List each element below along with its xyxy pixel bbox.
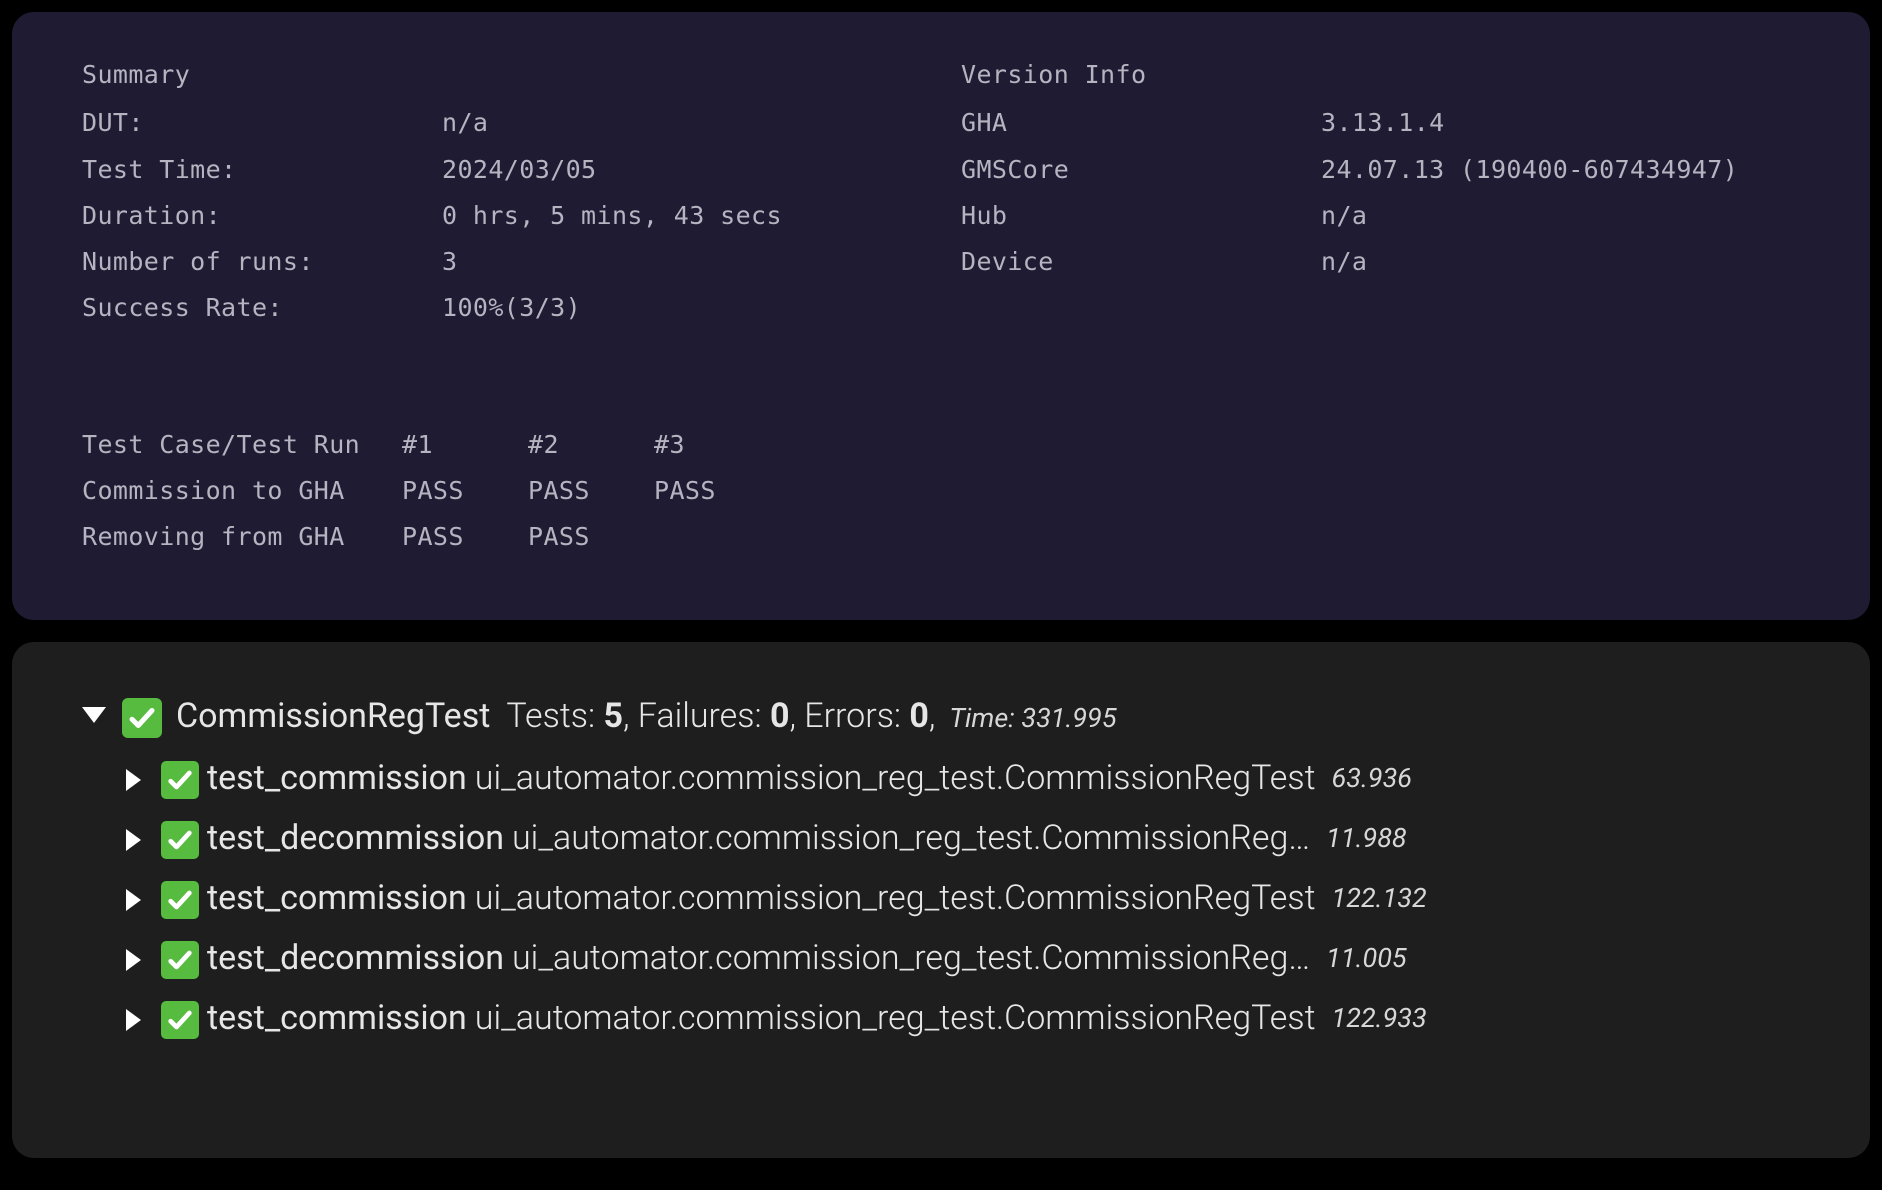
test-path: ui_automator.commission_reg_test.Commiss…: [475, 878, 1316, 918]
row1-c2: PASS: [528, 468, 654, 514]
row2-label: Removing from GHA: [82, 514, 402, 560]
chevron-right-icon[interactable]: [126, 769, 141, 791]
check-icon: [161, 761, 199, 799]
test-row[interactable]: test_decommission ui_automator.commissio…: [126, 938, 1800, 978]
table-row: Removing from GHA PASS PASS: [82, 514, 1800, 560]
chevron-right-icon[interactable]: [126, 1009, 141, 1031]
check-icon: [161, 1001, 199, 1039]
success-label: Success Rate:: [82, 285, 442, 331]
chevron-right-icon[interactable]: [126, 889, 141, 911]
test-tree-panel: CommissionRegTest Tests: 5, Failures: 0,…: [12, 642, 1870, 1158]
check-icon: [161, 821, 199, 859]
duration-label: Duration:: [82, 193, 442, 239]
row2-c3: [654, 514, 780, 560]
gha-label: GHA: [961, 100, 1321, 146]
gha-value: 3.13.1.4: [1321, 100, 1445, 146]
summary-heading: Summary: [82, 52, 921, 98]
test-row[interactable]: test_commission ui_automator.commission_…: [126, 758, 1800, 798]
test-time: 122.933: [1332, 1002, 1427, 1034]
device-value: n/a: [1321, 239, 1367, 285]
version-column: Version Info GHA 3.13.1.4 GMSCore 24.07.…: [961, 52, 1800, 332]
dut-value: n/a: [442, 100, 488, 146]
test-row[interactable]: test_commission ui_automator.commission_…: [126, 998, 1800, 1038]
row2-c2: PASS: [528, 514, 654, 560]
runs-table-header-2: #2: [528, 422, 654, 468]
test-time: 63.936: [1332, 762, 1412, 794]
chevron-down-icon[interactable]: [82, 707, 106, 723]
hub-label: Hub: [961, 193, 1321, 239]
test-path: ui_automator.commission_reg_test.Commiss…: [512, 818, 1310, 858]
chevron-right-icon[interactable]: [126, 829, 141, 851]
test-path: ui_automator.commission_reg_test.Commiss…: [475, 758, 1316, 798]
device-label: Device: [961, 239, 1321, 285]
hub-value: n/a: [1321, 193, 1367, 239]
gmscore-label: GMSCore: [961, 147, 1321, 193]
test-time: 122.132: [1332, 882, 1427, 914]
runs-table-header-case: Test Case/Test Run: [82, 422, 402, 468]
row1-c3: PASS: [654, 468, 780, 514]
runs-table: Test Case/Test Run #1 #2 #3 Commission t…: [82, 422, 1800, 561]
row2-c1: PASS: [402, 514, 528, 560]
runs-value: 3: [442, 239, 457, 285]
summary-column: Summary DUT: n/a Test Time: 2024/03/05 D…: [82, 52, 921, 332]
test-time: 11.988: [1326, 822, 1406, 854]
suite-name: CommissionRegTest: [176, 696, 490, 736]
runs-label: Number of runs:: [82, 239, 442, 285]
success-value: 100%(3/3): [442, 285, 581, 331]
test-name: test_decommission: [207, 818, 504, 858]
summary-panel: Summary DUT: n/a Test Time: 2024/03/05 D…: [12, 12, 1870, 620]
suite-children: test_commission ui_automator.commission_…: [126, 758, 1800, 1038]
test-name: test_commission: [207, 758, 467, 798]
test-time: 11.005: [1326, 942, 1406, 974]
test-name: test_commission: [207, 998, 467, 1038]
test-name: test_commission: [207, 878, 467, 918]
runs-table-header-3: #3: [654, 422, 780, 468]
test-name: test_decommission: [207, 938, 504, 978]
suite-row[interactable]: CommissionRegTest Tests: 5, Failures: 0,…: [82, 692, 1800, 736]
test-time-label: Test Time:: [82, 147, 442, 193]
suite-time: Time: 331.995: [949, 702, 1116, 734]
gmscore-value: 24.07.13 (190400-607434947): [1321, 147, 1738, 193]
check-icon: [122, 698, 162, 738]
test-path: ui_automator.commission_reg_test.Commiss…: [512, 938, 1310, 978]
suite-stats: Tests: 5, Failures: 0, Errors: 0,: [506, 696, 935, 736]
table-row: Commission to GHA PASS PASS PASS: [82, 468, 1800, 514]
test-time-value: 2024/03/05: [442, 147, 597, 193]
test-path: ui_automator.commission_reg_test.Commiss…: [475, 998, 1316, 1038]
duration-value: 0 hrs, 5 mins, 43 secs: [442, 193, 782, 239]
row1-c1: PASS: [402, 468, 528, 514]
test-row[interactable]: test_decommission ui_automator.commissio…: [126, 818, 1800, 858]
row1-label: Commission to GHA: [82, 468, 402, 514]
version-heading: Version Info: [961, 52, 1800, 98]
chevron-right-icon[interactable]: [126, 949, 141, 971]
check-icon: [161, 881, 199, 919]
runs-table-header-1: #1: [402, 422, 528, 468]
check-icon: [161, 941, 199, 979]
dut-label: DUT:: [82, 100, 442, 146]
test-row[interactable]: test_commission ui_automator.commission_…: [126, 878, 1800, 918]
